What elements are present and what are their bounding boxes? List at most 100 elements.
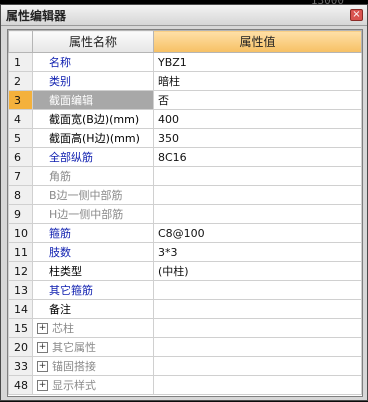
property-value-cell[interactable] [153,356,362,376]
property-value-cell[interactable] [153,204,362,224]
property-grid: 属性名称 属性值 1 名称 YBZ1 2 类别 暗柱 3 截面编辑否 4 截面宽(B边)(mm) 4… [7,29,363,397]
property-name-cell[interactable]: 全部纵筋 [32,147,154,167]
property-name-cell[interactable]: + 显示样式 [32,375,154,395]
property-name-cell[interactable]: 名称 [32,52,154,72]
close-icon: × [352,9,361,20]
property-name-cell[interactable]: 截面宽(B边)(mm) [32,109,154,129]
table-row[interactable]: 10 箍筋 C8@100 [8,223,362,243]
property-name-cell[interactable]: 箍筋 [32,223,154,243]
close-button[interactable]: × [350,9,363,21]
row-number[interactable]: 15 [8,318,33,338]
table-row[interactable]: 4 截面宽(B边)(mm) 400 [8,109,362,129]
table-row[interactable]: 33 + 锚固搭接 [8,356,362,376]
row-number[interactable]: 1 [8,52,33,72]
table-row[interactable]: 2 类别 暗柱 [8,71,362,91]
table-row[interactable]: 15 + 芯柱 [8,318,362,338]
table-row[interactable]: 48 + 显示样式 [8,375,362,395]
table-row[interactable]: 14 备注 [8,299,362,319]
property-value-cell[interactable] [153,337,362,357]
table-row[interactable]: 5 截面高(H边)(mm) 350 [8,128,362,148]
property-name-label: 其它属性 [52,341,96,354]
header-property-value[interactable]: 属性值 [153,30,362,53]
row-number[interactable]: 4 [8,109,33,129]
row-number[interactable]: 6 [8,147,33,167]
property-name-label: 其它箍筋 [49,284,93,297]
table-body: 1 名称 YBZ1 2 类别 暗柱 3 截面编辑 否 4 截面宽(B边)(mm) 400 5 截面高(H边… [8,52,362,395]
expand-plus-icon[interactable]: + [37,360,48,372]
expand-plus-icon[interactable]: + [37,341,48,353]
property-name-label: 截面编辑 [49,94,93,107]
row-number[interactable]: 12 [8,261,33,281]
header-property-name[interactable]: 属性名称 [32,30,154,53]
table-row[interactable]: 1 名称 YBZ1 [8,52,362,72]
property-name-label: 显示样式 [52,379,96,392]
property-name-label: 全部纵筋 [49,151,93,164]
property-value-cell[interactable]: 3*3 [153,242,362,262]
property-name-cell[interactable]: 肢数 [32,242,154,262]
property-value-cell[interactable] [153,280,362,300]
property-name-label: 柱类型 [49,265,82,278]
property-name-label: 锚固搭接 [52,360,96,373]
property-name-cell[interactable]: H边一侧中部筋 [32,204,154,224]
property-value-cell[interactable]: 350 [153,128,362,148]
row-number[interactable]: 14 [8,299,33,319]
row-number[interactable]: 8 [8,185,33,205]
row-number[interactable]: 5 [8,128,33,148]
row-number[interactable]: 9 [8,204,33,224]
property-name-cell[interactable]: 截面编辑 [32,90,154,110]
property-name-label: 截面宽(B边)(mm) [49,113,140,126]
table-row[interactable]: 8 B边一侧中部筋 [8,185,362,205]
table-row[interactable]: 11 肢数 3*3 [8,242,362,262]
property-name-label: 备注 [49,303,71,316]
property-name-label: 角筋 [49,170,71,183]
header-index [8,30,33,53]
property-value-cell[interactable]: 400 [153,109,362,129]
title-bar[interactable]: 属性编辑器 × [1,5,367,26]
property-value-cell[interactable]: C8@100 [153,223,362,243]
property-name-cell[interactable]: 截面高(H边)(mm) [32,128,154,148]
property-value-cell[interactable] [153,166,362,186]
row-number[interactable]: 33 [8,356,33,376]
property-name-cell[interactable]: + 其它属性 [32,337,154,357]
property-name-cell[interactable]: 柱类型 [32,261,154,281]
property-value-cell[interactable]: 否 [153,90,362,110]
property-value-cell[interactable] [153,185,362,205]
table-row[interactable]: 20 + 其它属性 [8,337,362,357]
row-number[interactable]: 11 [8,242,33,262]
row-number[interactable]: 13 [8,280,33,300]
property-value-cell[interactable] [153,318,362,338]
expand-plus-icon[interactable]: + [37,379,48,391]
property-name-cell[interactable]: B边一侧中部筋 [32,185,154,205]
property-value-cell[interactable] [153,299,362,319]
property-value-cell[interactable]: (中柱) [153,261,362,281]
table-row[interactable]: 3 截面编辑 否 [8,90,362,110]
table-row[interactable]: 12 柱类型 (中柱) [8,261,362,281]
property-name-cell[interactable]: + 锚固搭接 [32,356,154,376]
property-name-cell[interactable]: 备注 [32,299,154,319]
table-row[interactable]: 9 H边一侧中部筋 [8,204,362,224]
table-row[interactable]: 6 全部纵筋 8C16 [8,147,362,167]
table-row[interactable]: 13 其它箍筋 [8,280,362,300]
property-name-cell[interactable]: 其它箍筋 [32,280,154,300]
row-number[interactable]: 3 [8,90,33,110]
property-value-cell[interactable]: 8C16 [153,147,362,167]
property-name-cell[interactable]: + 芯柱 [32,318,154,338]
property-name-cell[interactable]: 角筋 [32,166,154,186]
property-name-label: H边一侧中部筋 [49,208,124,221]
property-name-label: 肢数 [49,246,71,259]
row-number[interactable]: 48 [8,375,33,395]
property-name-cell[interactable]: 类别 [32,71,154,91]
property-value-cell[interactable]: 暗柱 [153,71,362,91]
property-value-cell[interactable] [153,375,362,395]
property-name-label: B边一侧中部筋 [49,189,123,202]
row-number[interactable]: 7 [8,166,33,186]
row-number[interactable]: 10 [8,223,33,243]
property-value-cell[interactable]: YBZ1 [153,52,362,72]
property-name-label: 箍筋 [49,227,71,240]
row-number[interactable]: 20 [8,337,33,357]
expand-plus-icon[interactable]: + [37,322,48,334]
row-number[interactable]: 2 [8,71,33,91]
table-row[interactable]: 7 角筋 [8,166,362,186]
table-header-row: 属性名称 属性值 [8,30,362,53]
property-name-label: 名称 [49,56,71,69]
